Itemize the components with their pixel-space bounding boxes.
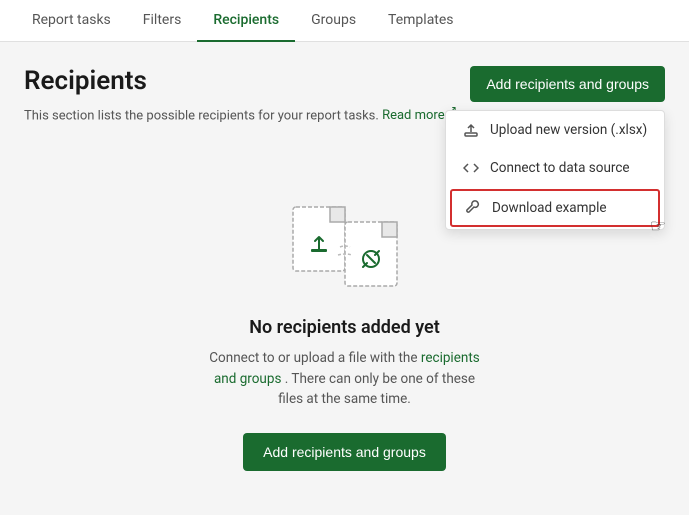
header-left: Recipients This section lists the possib… [24, 66, 457, 147]
empty-illustration [275, 187, 415, 297]
nav-templates[interactable]: Templates [372, 0, 470, 42]
add-recipients-button[interactable]: Add recipients and groups [470, 66, 665, 102]
dropdown-upload-label: Upload new version (.xlsx) [490, 122, 647, 138]
nav-report-tasks[interactable]: Report tasks [16, 0, 127, 42]
main-content: Recipients This section lists the possib… [0, 42, 689, 515]
header-row: Recipients This section lists the possib… [24, 66, 665, 147]
subtitle: This section lists the possible recipien… [24, 104, 457, 123]
dropdown-download[interactable]: Download example ☞ [450, 189, 660, 227]
wrench-icon [464, 199, 482, 217]
empty-state-title: No recipients added yet [249, 317, 440, 338]
button-area: Add recipients and groups Upload new ver… [470, 66, 665, 102]
dropdown-connect-label: Connect to data source [490, 160, 630, 176]
code-icon [462, 159, 480, 177]
top-nav: Report tasks Filters Recipients Groups T… [0, 0, 689, 42]
nav-groups[interactable]: Groups [295, 0, 372, 42]
upload-icon [462, 121, 480, 139]
dropdown-download-label: Download example [492, 200, 607, 216]
nav-filters[interactable]: Filters [127, 0, 198, 42]
empty-state-desc: Connect to or upload a file with the rec… [205, 348, 485, 409]
page-title: Recipients [24, 66, 457, 96]
dropdown-menu: Upload new version (.xlsx) Connect to da… [445, 110, 665, 230]
dropdown-upload[interactable]: Upload new version (.xlsx) [446, 111, 664, 149]
add-recipients-center-button[interactable]: Add recipients and groups [243, 433, 446, 471]
dropdown-connect[interactable]: Connect to data source [446, 149, 664, 187]
nav-recipients[interactable]: Recipients [197, 0, 295, 42]
